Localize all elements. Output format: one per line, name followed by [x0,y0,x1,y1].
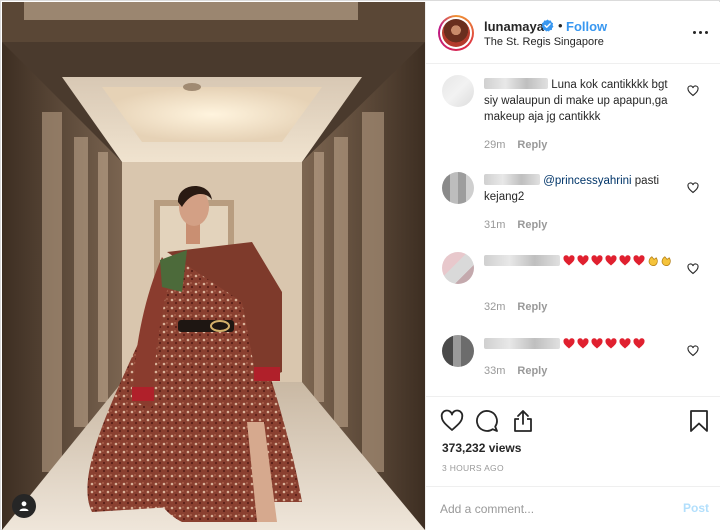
comment-mention[interactable]: @princessyahrini [543,175,631,187]
tagged-users-button[interactable] [12,494,36,518]
add-comment-bar: Post [426,486,720,530]
post-location[interactable]: The St. Regis Singapore [484,36,604,48]
more-dot [698,30,702,34]
like-comment-heart-icon[interactable] [687,85,699,97]
user-icon [19,501,29,511]
video-frame-illustration [2,2,425,530]
comment-meta: 32m Reply [484,301,547,313]
commenter-username[interactable] [484,255,560,266]
red-heart-emoji-icon [619,255,631,266]
heart-icon[interactable] [440,409,464,433]
post-actions: 373,232 views 3 HOURS AGO Post [426,396,720,530]
more-options-button[interactable] [691,23,709,41]
comment-text: Luna kok cantikkkk bgt siy walaupun di m… [484,77,680,125]
reply-button[interactable]: Reply [517,301,547,313]
instagram-post-window: lunamaya • Follow The St. Regis Singapor… [0,0,720,530]
red-heart-emoji-icon [605,338,617,349]
comment-text: @princessyahrini pasti kejang2 [484,173,680,205]
clapping-hands-emoji-icon [648,256,658,266]
red-heart-emoji-icon [619,338,631,349]
comment-time: 33m [484,365,506,377]
comments-list[interactable]: Luna kok cantikkkk bgt siy walaupun di m… [426,65,720,395]
comment-time: 29m [484,139,506,151]
post-timestamp[interactable]: 3 HOURS AGO [442,463,504,473]
comment-emoji [563,338,647,351]
comment-meta: 33m Reply [484,365,547,377]
comment-text [484,337,680,353]
comment-icon[interactable] [475,409,499,433]
red-heart-emoji-icon [591,338,603,349]
red-heart-emoji-icon [605,255,617,266]
red-heart-emoji-icon [563,255,575,266]
more-dot [704,30,708,34]
post-comment-button[interactable]: Post [683,501,709,515]
comment-time: 31m [484,219,506,231]
red-heart-emoji-icon [633,338,645,349]
avatar-image [442,19,470,47]
comment-emoji [563,255,673,268]
view-count[interactable]: 373,232 views [442,441,521,455]
commenter-username[interactable] [484,174,540,185]
commenter-username[interactable] [484,78,548,89]
red-heart-emoji-icon [563,338,575,349]
avatar-inner [440,17,472,49]
reply-button[interactable]: Reply [517,365,547,377]
verified-badge-icon [541,19,554,32]
reply-button[interactable]: Reply [517,139,547,151]
comment-time: 32m [484,301,506,313]
like-comment-heart-icon[interactable] [687,182,699,194]
more-dot [692,30,696,34]
post-header: lunamaya • Follow The St. Regis Singapor… [426,2,720,64]
commenter-username[interactable] [484,338,560,349]
like-comment-heart-icon[interactable] [687,345,699,357]
clapping-hands-emoji-icon [661,256,671,266]
share-icon[interactable] [511,409,535,433]
comment-meta: 29m Reply [484,139,547,151]
commenter-avatar[interactable] [442,172,474,204]
header-separator: • [558,18,563,33]
red-heart-emoji-icon [633,255,645,266]
bookmark-icon[interactable] [687,409,711,433]
comment-meta: 31m Reply [484,219,547,231]
follow-button[interactable]: Follow [566,19,607,34]
comment-input[interactable] [440,499,660,519]
commenter-avatar[interactable] [442,75,474,107]
commenter-avatar[interactable] [442,252,474,284]
comment-text [484,254,680,270]
post-video[interactable] [2,2,425,530]
author-avatar[interactable] [438,15,474,51]
red-heart-emoji-icon [577,255,589,266]
post-side-panel: lunamaya • Follow The St. Regis Singapor… [425,2,720,530]
commenter-avatar[interactable] [442,335,474,367]
author-username[interactable]: lunamaya [484,19,544,34]
like-comment-heart-icon[interactable] [687,263,699,275]
red-heart-emoji-icon [591,255,603,266]
reply-button[interactable]: Reply [517,219,547,231]
red-heart-emoji-icon [577,338,589,349]
